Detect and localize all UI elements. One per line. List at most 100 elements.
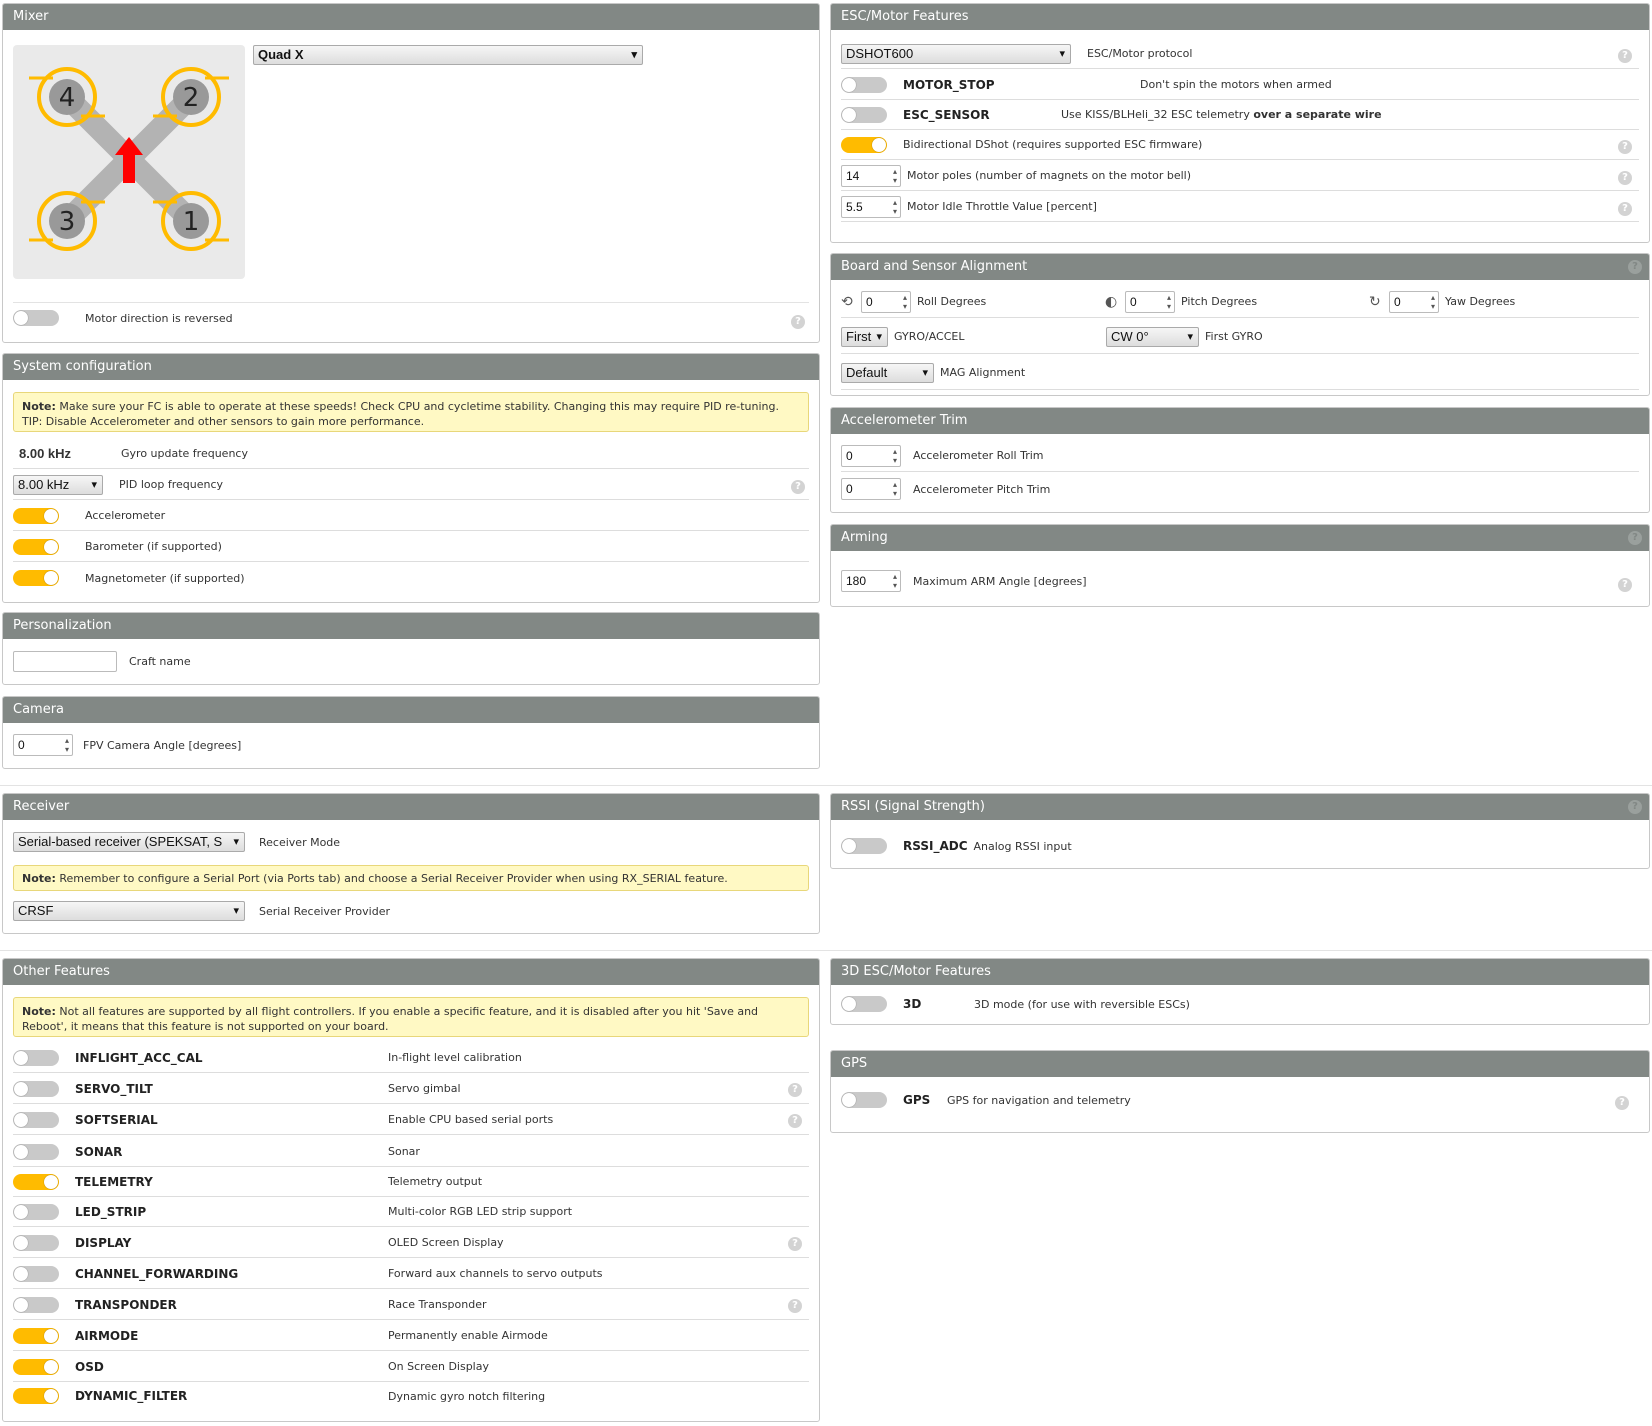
camera-panel: Camera 0 FPV Camera Angle [degrees]: [2, 696, 820, 769]
idle-throttle-input[interactable]: 5.5: [841, 195, 901, 218]
board-alignment-header: Board and Sensor Alignment?: [831, 254, 1649, 280]
esc-motor-header: ESC/Motor Features: [831, 4, 1649, 30]
gps-panel: GPS GPS GPS for navigation and telemetry…: [830, 1050, 1650, 1133]
feature-toggle[interactable]: [13, 1111, 59, 1128]
feature-name: SOFTSERIAL: [75, 1112, 158, 1127]
feature-toggle[interactable]: [13, 1388, 59, 1404]
feature-toggle[interactable]: [13, 1049, 59, 1066]
help-icon[interactable]: ?: [788, 1114, 802, 1128]
help-icon[interactable]: ?: [1618, 140, 1632, 154]
acc-roll-trim-label: Accelerometer Roll Trim: [913, 449, 1044, 462]
feature-toggle[interactable]: [13, 1296, 59, 1313]
rssi-adc-toggle[interactable]: [841, 838, 887, 854]
motor-poles-label: Motor poles (number of magnets on the mo…: [907, 169, 1191, 182]
help-icon[interactable]: ?: [1618, 578, 1632, 592]
bidir-dshot-toggle[interactable]: [841, 136, 887, 153]
serial-provider-select[interactable]: CRSF: [13, 901, 245, 921]
roll-input[interactable]: 0: [861, 290, 911, 313]
other-features-header: Other Features: [3, 959, 819, 985]
rssi-panel: RSSI (Signal Strength)? RSSI_ADC Analog …: [830, 793, 1650, 869]
system-config-panel: System configuration Note: Make sure you…: [2, 353, 820, 603]
accelerometer-toggle[interactable]: [13, 507, 59, 524]
feature-toggle[interactable]: [13, 1265, 59, 1282]
rssi-adc-desc: Analog RSSI input: [973, 839, 1072, 853]
mag-alignment-select[interactable]: Default: [841, 362, 934, 383]
gyro-frequency-label: Gyro update frequency: [121, 447, 248, 460]
feature-toggle[interactable]: [13, 1358, 59, 1375]
feature-description: Enable CPU based serial ports: [388, 1113, 554, 1126]
help-icon[interactable]: ?: [1615, 1096, 1629, 1110]
motor-poles-input[interactable]: 14: [841, 164, 901, 187]
craft-name-input[interactable]: [13, 650, 117, 672]
esc-sensor-desc: Use KISS/BLHeli_32 ESC telemetry: [1061, 108, 1254, 121]
feature-description: Forward aux channels to servo outputs: [388, 1267, 603, 1280]
esc-3d-panel: 3D ESC/Motor Features 3D 3D mode (for us…: [830, 958, 1650, 1025]
receiver-note: Note: Remember to configure a Serial Por…: [13, 865, 809, 891]
gyro-select[interactable]: First: [841, 326, 888, 347]
system-config-header: System configuration: [3, 354, 819, 380]
motor-direction-toggle[interactable]: [13, 310, 59, 326]
feature-toggle[interactable]: [13, 1327, 59, 1344]
feature-toggle[interactable]: [13, 1080, 59, 1097]
barometer-toggle[interactable]: [13, 538, 59, 555]
mixer-type-select[interactable]: Quad X: [253, 45, 643, 65]
receiver-header: Receiver: [3, 794, 819, 820]
arm-angle-input[interactable]: 180: [841, 570, 901, 592]
help-icon[interactable]: ?: [1618, 171, 1632, 185]
feature-description: Dynamic gyro notch filtering: [388, 1389, 546, 1403]
yaw-input[interactable]: 0: [1389, 290, 1439, 313]
camera-angle-label: FPV Camera Angle [degrees]: [83, 738, 242, 752]
help-icon[interactable]: ?: [791, 480, 805, 494]
acc-roll-trim-input[interactable]: 0: [841, 444, 901, 467]
camera-angle-input[interactable]: 0: [13, 734, 73, 756]
help-icon[interactable]: ?: [1628, 260, 1642, 274]
help-icon[interactable]: ?: [788, 1237, 802, 1251]
magnetometer-toggle[interactable]: [13, 570, 59, 586]
pid-loop-select[interactable]: 8.00 kHz: [13, 474, 103, 495]
help-icon[interactable]: ?: [1628, 800, 1642, 814]
acc-pitch-trim-input[interactable]: 0: [841, 478, 901, 500]
feature-description: In-flight level calibration: [388, 1051, 522, 1064]
feature-name: CHANNEL_FORWARDING: [75, 1266, 239, 1281]
other-features-panel: Other Features Note: Not all features ar…: [2, 958, 820, 1422]
feature-toggle[interactable]: [13, 1143, 59, 1160]
help-icon[interactable]: ?: [1628, 531, 1642, 545]
help-icon[interactable]: ?: [1618, 202, 1632, 216]
help-icon[interactable]: ?: [788, 1299, 802, 1313]
feature-name: SONAR: [75, 1144, 123, 1159]
note-label: Note:: [22, 400, 56, 413]
esc-protocol-select[interactable]: DSHOT600: [841, 43, 1071, 64]
help-icon[interactable]: ?: [1618, 49, 1632, 63]
note-label: Note:: [22, 872, 56, 885]
gyro-frequency-value: 8.00 kHz: [19, 446, 72, 461]
note-text: Not all features are supported by all fl…: [22, 1005, 759, 1033]
mixer-panel: Mixer 4 2 3 1 Quad X ▾ Motor direction i…: [2, 3, 820, 343]
yaw-icon: ↻: [1369, 293, 1381, 310]
note-label: Note:: [22, 1005, 56, 1018]
3d-toggle[interactable]: [841, 996, 887, 1012]
help-icon[interactable]: ?: [791, 315, 805, 329]
gyro-alignment-select[interactable]: CW 0°: [1106, 326, 1199, 347]
feature-description: OLED Screen Display: [388, 1236, 504, 1249]
feature-toggle[interactable]: [13, 1203, 59, 1220]
motor-label-2: 2: [183, 83, 200, 113]
gps-toggle[interactable]: [841, 1092, 887, 1108]
pitch-label: Pitch Degrees: [1181, 295, 1258, 308]
rssi-adc-name: RSSI_ADC: [903, 839, 968, 853]
feature-description: Sonar: [388, 1145, 420, 1158]
feature-name: DISPLAY: [75, 1235, 132, 1250]
esc-sensor-toggle[interactable]: [841, 106, 887, 123]
feature-row: DYNAMIC_FILTER Dynamic gyro notch filteri…: [13, 1381, 809, 1411]
gps-desc: GPS for navigation and telemetry: [947, 1093, 1131, 1107]
feature-row: SERVO_TILT Servo gimbal: [13, 1074, 809, 1104]
receiver-mode-select[interactable]: Serial-based receiver (SPEKSAT, S: [13, 832, 245, 852]
pitch-input[interactable]: 0: [1125, 290, 1175, 313]
feature-name: INFLIGHT_ACC_CAL: [75, 1050, 203, 1065]
serial-provider-label: Serial Receiver Provider: [259, 904, 390, 918]
feature-toggle[interactable]: [13, 1234, 59, 1251]
feature-toggle[interactable]: [13, 1173, 59, 1190]
motor-stop-toggle[interactable]: [841, 76, 887, 93]
help-icon[interactable]: ?: [788, 1083, 802, 1097]
personalization-panel: Personalization Craft name: [2, 612, 820, 685]
gps-title: GPS: [841, 1056, 868, 1071]
